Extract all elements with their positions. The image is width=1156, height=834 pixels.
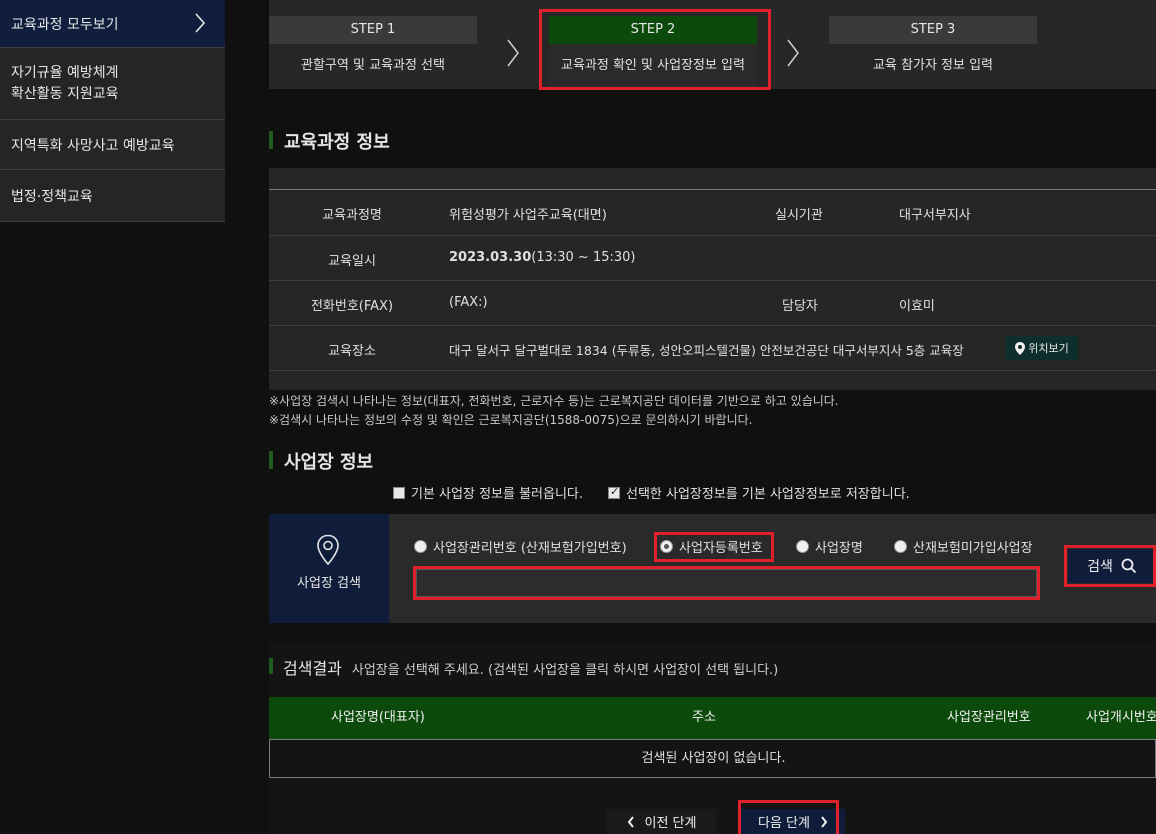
chevron-right-icon — [507, 39, 519, 67]
radio-business-registration-number[interactable]: 사업자등록번호 — [660, 537, 763, 556]
sidebar-item-label: 지역특화 사망사고 예방교육 — [11, 137, 175, 154]
date-time: (13:30 ~ 15:30) — [531, 250, 636, 265]
checkbox-icon — [393, 486, 405, 499]
step-desc: 관할구역 및 교육과정 선택 — [301, 58, 445, 73]
divider — [269, 370, 1156, 371]
notice-text: ※사업장 검색시 나타나는 정보(대표자, 전화번호, 근로자수 등)는 근로복… — [269, 394, 839, 408]
next-step-label: 다음 단계 — [758, 816, 810, 831]
sidebar-item-label: 교육과정 모두보기 — [11, 16, 119, 33]
checkbox-label: 기본 사업장 정보를 불러옵니다. — [411, 487, 584, 502]
chevron-right-icon — [821, 815, 828, 828]
column-header: 사업장명(대표자) — [331, 710, 425, 725]
prev-step-label: 이전 단계 — [644, 816, 697, 831]
course-name-label: 교육과정명 — [322, 208, 382, 223]
divider — [269, 235, 1156, 236]
radio-label: 사업자등록번호 — [679, 541, 763, 556]
column-header: 사업개시번호 — [1086, 710, 1156, 725]
search-panel-label: 사업장 검색 — [269, 514, 389, 623]
org-value: 대구서부지사 — [899, 208, 971, 223]
location-pin-icon — [1015, 341, 1026, 355]
place-label: 교육장소 — [328, 344, 376, 359]
phone-label: 전화번호(FAX) — [310, 299, 394, 314]
radio-label: 사업장명 — [815, 541, 863, 556]
manager-label: 담당자 — [782, 299, 818, 314]
chevron-right-icon — [195, 13, 206, 33]
notice-text: ※검색시 나타나는 정보의 수정 및 확인은 근로복지공단(1588-0075)… — [269, 413, 753, 427]
radio-icon — [894, 540, 907, 553]
sidebar: 교육과정 모두보기 자기규율 예방체계 확산활동 지원교육 지역특화 사망사고 … — [0, 0, 225, 222]
sidebar-item-label: 확산활동 지원교육 — [11, 86, 119, 102]
divider — [269, 325, 1156, 326]
chevron-right-icon — [787, 39, 799, 67]
sidebar-item-legal[interactable]: 법정·정책교육 — [0, 170, 225, 222]
radio-selected-icon — [660, 540, 673, 553]
sidebar-item-label: 자기규율 예방체계 — [11, 65, 119, 81]
map-view-button[interactable]: 위치보기 — [1006, 336, 1078, 360]
radio-uninsured-workplace[interactable]: 산재보험미가입사업장 — [894, 537, 1033, 556]
next-step-button[interactable]: 다음 단계 — [741, 809, 845, 834]
org-label: 실시기관 — [775, 208, 823, 223]
results-table-body: 검색된 사업장이 없습니다. — [269, 739, 1156, 778]
sidebar-item-all-courses[interactable]: 교육과정 모두보기 — [0, 0, 225, 48]
section-title-workplace: 사업장 정보 — [269, 448, 373, 474]
column-header: 사업장관리번호 — [947, 710, 1031, 725]
step-2: STEP 2 교육과정 확인 및 사업장정보 입력 — [549, 16, 757, 88]
step-3: STEP 3 교육 참가자 정보 입력 — [829, 16, 1037, 88]
place-value: 대구 달서구 달구벌대로 1834 (두류동, 성안오피스텔건물) 안전보건공단… — [449, 343, 964, 358]
divider — [269, 189, 1156, 190]
results-hint: 사업장을 선택해 주세요. (검색된 사업장을 클릭 하시면 사업장이 선택 됩… — [351, 663, 779, 678]
radio-label: 사업장관리번호 (산재보험가입번호) — [433, 541, 627, 556]
divider — [269, 280, 1156, 281]
chevron-left-icon — [627, 815, 634, 828]
step-desc: 교육 참가자 정보 입력 — [872, 58, 994, 73]
search-button[interactable]: 검색 — [1068, 549, 1156, 583]
date-value: 2023.03.30(13:30 ~ 15:30) — [449, 250, 635, 265]
date-bold: 2023.03.30 — [449, 250, 532, 265]
results-title: 검색결과 — [283, 659, 342, 678]
search-input[interactable] — [416, 569, 1037, 597]
step-head: STEP 3 — [829, 16, 1037, 44]
location-pin-icon — [317, 534, 339, 566]
save-default-checkbox[interactable]: 선택한 사업장정보를 기본 사업장정보로 저장합니다. — [608, 483, 910, 502]
map-view-label: 위치보기 — [1028, 342, 1069, 355]
checkbox-checked-icon — [608, 485, 620, 499]
radio-label: 산재보험미가입사업장 — [913, 541, 1033, 556]
sidebar-item-self-regulation[interactable]: 자기규율 예방체계 확산활동 지원교육 — [0, 49, 225, 120]
results-table-header: 사업장명(대표자) 주소 사업장관리번호 사업개시번호 — [269, 697, 1156, 739]
load-default-checkbox[interactable]: 기본 사업장 정보를 불러옵니다. — [393, 483, 583, 502]
prev-step-button[interactable]: 이전 단계 — [607, 809, 716, 834]
phone-value: (FAX:) — [449, 295, 488, 310]
radio-icon — [414, 540, 427, 553]
section-title-course: 교육과정 정보 — [269, 128, 390, 154]
step-head: STEP 1 — [269, 16, 477, 44]
radio-management-number[interactable]: 사업장관리번호 (산재보험가입번호) — [414, 537, 627, 556]
radio-workplace-name[interactable]: 사업장명 — [796, 537, 863, 556]
step-1: STEP 1 관할구역 및 교육과정 선택 — [269, 16, 477, 88]
step-head: STEP 2 — [549, 16, 757, 44]
search-button-label: 검색 — [1087, 559, 1113, 575]
radio-icon — [796, 540, 809, 553]
search-icon — [1121, 558, 1137, 574]
manager-value: 이효미 — [899, 299, 935, 314]
results-header: 검색결과 사업장을 선택해 주세요. (검색된 사업장을 클릭 하시면 사업장이… — [269, 655, 778, 679]
date-label: 교육일시 — [328, 254, 376, 269]
empty-results-text: 검색된 사업장이 없습니다. — [641, 751, 786, 766]
sidebar-item-regional[interactable]: 지역특화 사망사고 예방교육 — [0, 120, 225, 170]
step-desc: 교육과정 확인 및 사업장정보 입력 — [549, 44, 757, 88]
sidebar-item-label: 법정·정책교육 — [11, 188, 93, 205]
checkbox-label: 선택한 사업장정보를 기본 사업장정보로 저장합니다. — [626, 487, 910, 502]
course-name-value: 위험성평가 사업주교육(대면) — [449, 208, 607, 223]
search-panel-title: 사업장 검색 — [297, 576, 361, 591]
column-header: 주소 — [692, 710, 716, 725]
